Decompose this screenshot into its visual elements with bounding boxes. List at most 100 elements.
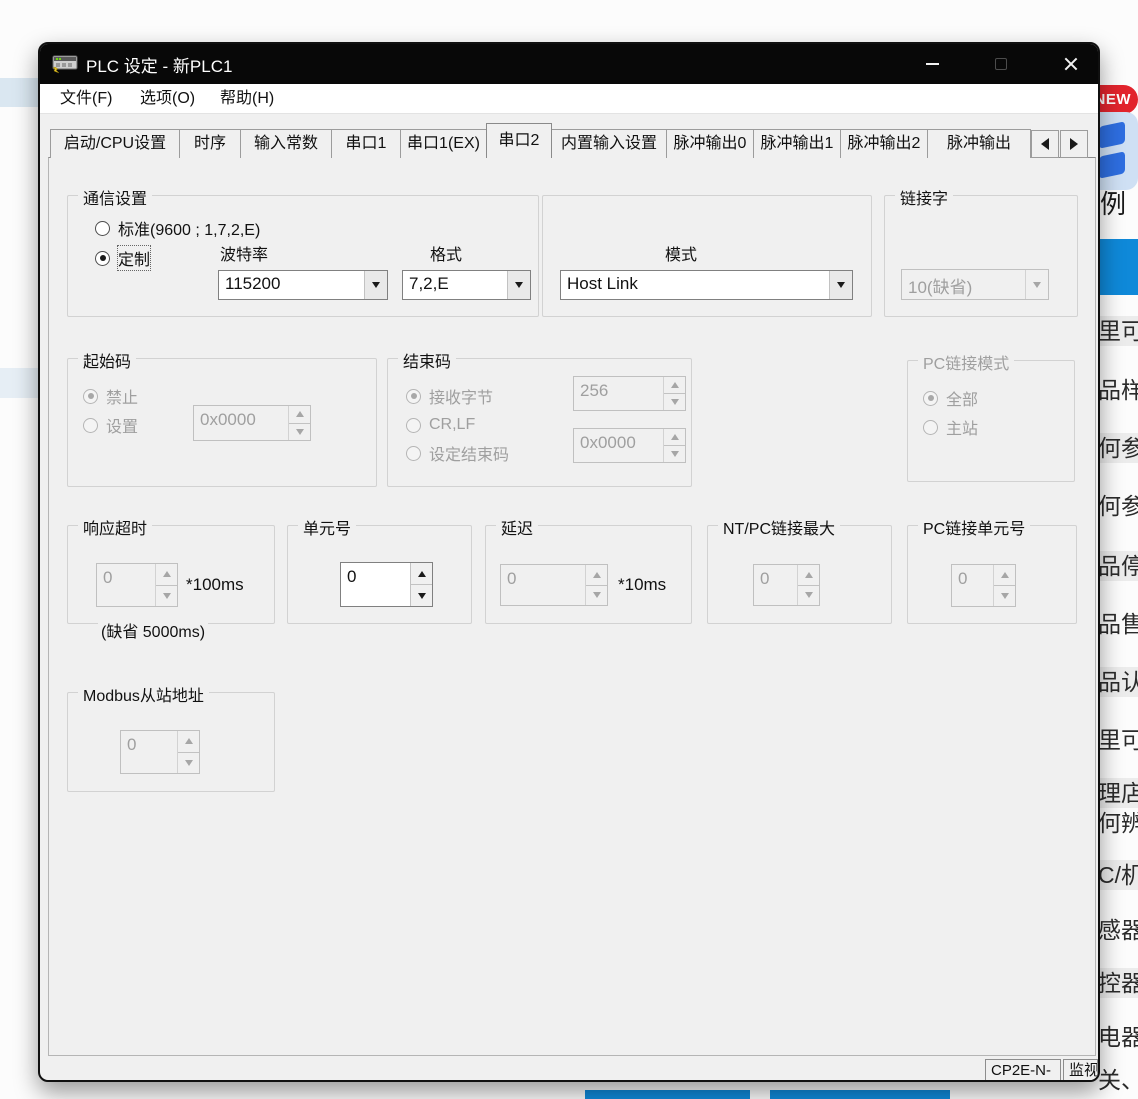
group-end-code: 结束码 接收字节 CR,LF 设定结束码 256 0x000 (387, 358, 692, 487)
close-button[interactable] (1048, 44, 1094, 84)
spin-down-icon (178, 752, 199, 774)
background-text-fragment: 感器 (1095, 915, 1138, 945)
group-delay: 延迟 0 *10ms (485, 525, 692, 624)
modbus-slave-address-spinner: 0 (120, 730, 200, 774)
tab-strip: 启动/CPU设置 时序 输入常数 串口1 串口1(EX) 串口2 内置输入设置 … (50, 122, 1088, 158)
tab-builtin-input[interactable]: 内置输入设置 (551, 129, 667, 158)
end-code-bytes-spinner: 256 (573, 376, 686, 411)
background-text-fragment: 品认 (1095, 667, 1138, 697)
group-response-timeout: 响应超时 0 *100ms (缺省 5000ms) (67, 525, 275, 624)
pc-link-master-radio: 主站 (923, 416, 978, 438)
spin-up-icon (586, 565, 607, 585)
tab-serial-port-2[interactable]: 串口2 (486, 123, 552, 158)
spin-down-icon (664, 393, 685, 410)
spin-down-icon (664, 445, 685, 462)
group-link-words: 链接字 10(缺省) (884, 195, 1078, 317)
window-title: PLC 设定 - 新PLC1 (86, 52, 232, 77)
radio-icon (923, 391, 938, 406)
baud-rate-label: 波特率 (220, 241, 268, 265)
background-text-fragment: 品样 (1095, 375, 1138, 405)
tab-startup-cpu[interactable]: 启动/CPU设置 (50, 129, 180, 158)
tab-pulse-output-3[interactable]: 脉冲输出 (927, 129, 1031, 158)
dropdown-icon[interactable] (829, 271, 852, 299)
dropdown-icon[interactable] (507, 271, 530, 299)
minimize-button[interactable] (909, 44, 955, 84)
spin-down-icon (994, 585, 1015, 606)
left-triangle-icon (1041, 138, 1049, 150)
background-blue-button[interactable] (585, 1090, 750, 1099)
tab-scroll-left-button[interactable] (1031, 130, 1059, 158)
menu-file[interactable]: 文件(F) (54, 84, 118, 114)
tab-pulse-output-2[interactable]: 脉冲输出2 (840, 129, 928, 158)
group-communication-settings: 通信设置 标准(9600 ; 1,7,2,E) 定制 波特率 115200 格式… (67, 195, 539, 317)
menu-bar: 文件(F) 选项(O) 帮助(H) (40, 84, 1098, 114)
group-title: 起始码 (78, 348, 136, 372)
tab-serial-port-1[interactable]: 串口1 (331, 129, 401, 158)
background-blue-button[interactable] (1095, 239, 1138, 295)
start-code-disable-radio: 禁止 (83, 385, 138, 407)
unit-number-spinner[interactable]: 0 (340, 562, 433, 607)
group-pc-link-mode: PC链接模式 全部 主站 (907, 360, 1075, 482)
dropdown-icon (1025, 270, 1048, 299)
pc-link-all-radio: 全部 (923, 387, 978, 409)
standard-radio[interactable]: 标准(9600 ; 1,7,2,E) (95, 217, 260, 239)
group-title: 响应超时 (78, 515, 152, 539)
spin-up-icon (178, 731, 199, 752)
tab-input-constant[interactable]: 输入常数 (240, 129, 332, 158)
background-text-fragment: C/机 (1095, 860, 1138, 890)
tab-serial-port-1-ex[interactable]: 串口1(EX) (400, 129, 487, 158)
spin-up-icon (664, 377, 685, 393)
background-text-fragment: 里可 (1095, 316, 1138, 346)
mode-combobox[interactable]: Host Link (560, 270, 853, 300)
spin-up-icon (289, 406, 310, 423)
group-title: 延迟 (496, 515, 538, 539)
menu-options[interactable]: 选项(O) (134, 84, 201, 114)
format-label: 格式 (430, 241, 462, 265)
radio-icon (83, 418, 98, 433)
custom-radio[interactable]: 定制 (95, 247, 150, 269)
background-text-fragment: 里可 (1095, 725, 1138, 755)
plc-settings-dialog: PLC 设定 - 新PLC1 文件(F) 选项(O) 帮助(H) 启动/CPU设… (38, 42, 1100, 1082)
radio-icon (406, 418, 421, 433)
plc-app-icon (52, 54, 78, 74)
group-title: PC链接模式 (918, 350, 1014, 374)
group-title: NT/PC链接最大 (718, 515, 840, 539)
background-text-fragment: 控器 (1095, 968, 1138, 998)
group-title: PC链接单元号 (918, 515, 1030, 539)
background-blue-button[interactable] (770, 1090, 950, 1099)
link-words-combobox: 10(缺省) (901, 269, 1049, 300)
group-title: 单元号 (298, 515, 356, 539)
tab-scroll-right-button[interactable] (1060, 130, 1088, 158)
group-start-code: 起始码 禁止 设置 0x0000 (67, 358, 377, 487)
tab-pulse-output-1[interactable]: 脉冲输出1 (753, 129, 841, 158)
tab-pulse-output-0[interactable]: 脉冲输出0 (666, 129, 754, 158)
spin-up-icon[interactable] (411, 563, 432, 584)
mode-label: 模式 (665, 241, 697, 265)
spin-down-icon (798, 585, 819, 606)
chevron-shape-icon (1099, 121, 1125, 149)
radio-icon (83, 389, 98, 404)
timeout-unit-label: *100ms (186, 575, 244, 595)
delay-spinner: 0 (500, 564, 608, 606)
radio-icon (923, 420, 938, 435)
maximize-icon (995, 58, 1007, 70)
chevron-shape-icon (1099, 151, 1125, 179)
baud-rate-combobox[interactable]: 115200 (218, 270, 388, 300)
background-text-fragment: 何参 (1095, 491, 1138, 521)
response-timeout-spinner: 0 (96, 563, 178, 607)
group-pc-link-unit-number: PC链接单元号 0 (907, 525, 1077, 624)
format-combobox[interactable]: 7,2,E (402, 270, 531, 300)
tab-timing[interactable]: 时序 (179, 129, 241, 158)
group-title: Modbus从站地址 (78, 682, 209, 706)
dropdown-icon[interactable] (364, 271, 387, 299)
menu-help[interactable]: 帮助(H) (214, 84, 280, 114)
spin-down-icon[interactable] (411, 584, 432, 606)
start-code-spinner: 0x0000 (193, 405, 311, 441)
background-text-fragment: 何参 (1095, 433, 1138, 463)
maximize-button[interactable] (978, 44, 1024, 84)
right-triangle-icon (1070, 138, 1078, 150)
close-icon (1064, 57, 1078, 71)
title-bar[interactable]: PLC 设定 - 新PLC1 (40, 44, 1098, 84)
spin-down-icon (156, 585, 177, 607)
radio-icon (406, 446, 421, 461)
